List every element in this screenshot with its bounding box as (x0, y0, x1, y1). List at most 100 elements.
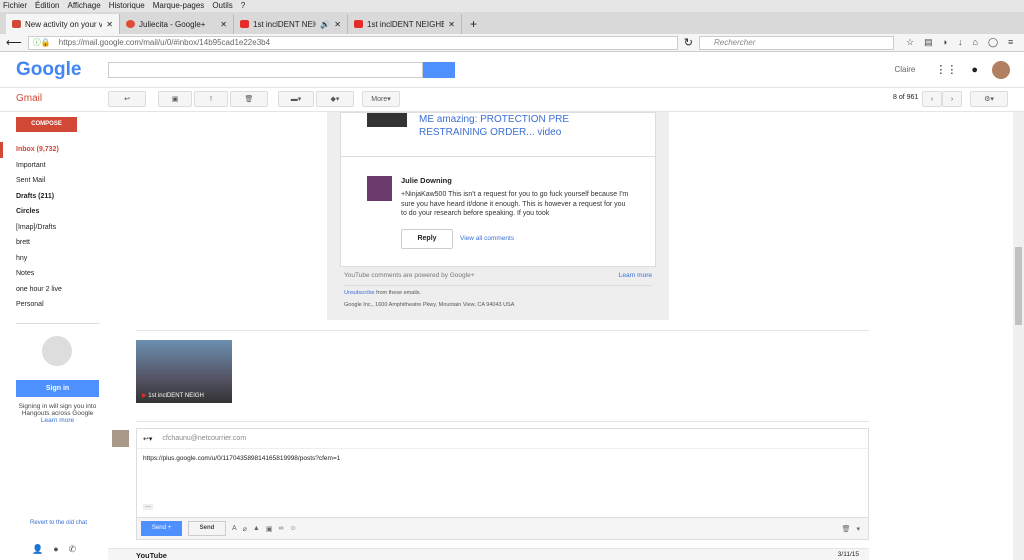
nav-sent[interactable]: Sent Mail (0, 173, 108, 189)
nav-drafts[interactable]: Drafts (211) (0, 189, 108, 205)
phone-icon[interactable]: ✆ (69, 544, 77, 555)
video-attachment-thumbnail[interactable]: ▶ 1st inclDENT NEIGH (136, 340, 232, 403)
tab-title: 1st inclDENT NEIGHB... (253, 19, 316, 29)
attach-icon[interactable]: ⌀ (243, 525, 247, 533)
star-icon[interactable]: ☆ (906, 37, 914, 48)
send-plus-button[interactable]: Send + (141, 521, 182, 536)
emoji-icon[interactable]: ☺ (289, 525, 296, 532)
drive-icon[interactable]: ▲ (253, 525, 260, 532)
link-icon[interactable]: ∞ (278, 525, 283, 532)
older-button[interactable]: › (942, 91, 962, 107)
hangouts-icon (42, 335, 72, 366)
back-icon[interactable]: ⟵ (6, 36, 22, 49)
tab-youtube-1[interactable]: 1st inclDENT NEIGHB... 🔊 ✕ (234, 14, 348, 34)
show-trimmed-button[interactable]: ··· (143, 504, 153, 510)
home-icon[interactable]: ⌂ (973, 37, 978, 48)
compose-button[interactable]: COMPOSE (16, 117, 77, 132)
browser-search-input[interactable]: Rechercher (699, 35, 894, 50)
menu-help[interactable]: ? (241, 0, 245, 12)
view-all-comments-link[interactable]: View all comments (460, 235, 514, 242)
labels-button[interactable]: ◆▾ (316, 91, 354, 107)
nav-important[interactable]: Important (0, 158, 108, 174)
tab-title: New activity on your vide... (25, 19, 103, 29)
video-thumbnail[interactable] (367, 113, 407, 127)
reply-type-icon[interactable]: ↩▾ (143, 435, 152, 443)
hangouts-sign-in-button[interactable]: Sign in (16, 379, 99, 397)
new-tab-button[interactable]: + (462, 14, 485, 34)
comment-text: +NinjaKaw500 This isn't a request for yo… (401, 191, 629, 217)
commenter-name: Julie Downing (401, 176, 452, 185)
reload-icon[interactable]: ↻ (684, 36, 693, 49)
next-sender: YouTube (136, 551, 167, 560)
nav-brett[interactable]: brett (0, 235, 108, 251)
nav-personal[interactable]: Personal (0, 297, 108, 313)
reply-box: ↩▾ cfchaunu@netcourrier.com https://plus.… (136, 428, 869, 540)
more-button[interactable]: More ▾ (362, 91, 400, 107)
nav-one-hour[interactable]: one hour 2 live (0, 282, 108, 298)
tab-google-plus[interactable]: Juliecita - Google+ ✕ (120, 14, 234, 34)
archive-button[interactable]: ▣ (158, 91, 192, 107)
apps-icon[interactable]: ⋮⋮ (935, 63, 957, 76)
more-options-icon[interactable]: ▾ (856, 525, 860, 533)
chat-icon[interactable]: ◯ (988, 37, 998, 48)
tab-youtube-2[interactable]: 1st inclDENT NEIGHBOR o...✕ (348, 14, 462, 34)
reply-comment-button[interactable]: Reply (401, 229, 453, 249)
hangouts-learn-more[interactable]: Learn more (41, 417, 74, 424)
menu-affichage[interactable]: Affichage (67, 0, 100, 12)
notifications-icon[interactable]: ● (971, 64, 978, 76)
close-icon[interactable]: ✕ (106, 20, 113, 29)
video-title-link[interactable]: ME amazing: PROTECTION PRE RESTRAINING O… (419, 113, 599, 139)
nav-notes[interactable]: Notes (0, 266, 108, 282)
avatar[interactable] (992, 60, 1010, 79)
close-icon[interactable]: ✕ (334, 20, 341, 29)
learn-more-link[interactable]: Learn more (619, 272, 652, 279)
pocket-icon[interactable]: ◗ (943, 37, 948, 48)
reading-list-icon[interactable]: ▤ (924, 37, 933, 48)
menu-fichier[interactable]: Fichier (3, 0, 27, 12)
scrollbar-thumb[interactable] (1015, 247, 1022, 325)
send-button[interactable]: Send (188, 521, 226, 536)
speaker-icon[interactable]: 🔊 (320, 20, 330, 29)
revert-chat-link[interactable]: Revert to the old chat (30, 520, 87, 526)
gmail-menu[interactable]: Gmail (16, 93, 42, 104)
nav-hny[interactable]: hny (0, 251, 108, 267)
recipient-field[interactable]: cfchaunu@netcourrier.com (162, 435, 246, 442)
sender-avatar (112, 430, 129, 447)
user-name[interactable]: Claire (894, 65, 915, 74)
close-icon[interactable]: ✕ (448, 20, 455, 29)
contacts-icon[interactable]: 👤 (32, 544, 43, 555)
reply-body-input[interactable]: https://plus.google.com/u/0/117043589814… (137, 449, 868, 468)
menu-marque-pages[interactable]: Marque-pages (153, 0, 205, 12)
newer-button[interactable]: ‹ (922, 91, 942, 107)
formatting-icon[interactable]: A (232, 525, 237, 532)
close-icon[interactable]: ✕ (220, 20, 227, 29)
tab-strip: New activity on your vide...✕ Juliecita … (0, 12, 1024, 34)
url-field[interactable]: ⓘ🔒 https://mail.google.com/mail/u/0/#inbo… (27, 35, 678, 50)
message-view: ME amazing: PROTECTION PRE RESTRAINING O… (108, 112, 1013, 560)
delete-button[interactable]: 🗑 (230, 91, 268, 107)
search-button[interactable] (423, 61, 455, 78)
hangouts-tab-icon[interactable]: ● (53, 544, 58, 555)
menu-historique[interactable]: Historique (109, 0, 145, 12)
google-logo[interactable]: Google (16, 59, 108, 81)
settings-button[interactable]: ⚙▾ (970, 91, 1008, 107)
unsubscribe-link[interactable]: Unsubscribe (344, 290, 375, 296)
mail-toolbar: Gmail ↩ ▣ ! 🗑 ▬▾ ◆▾ More ▾ 8 of 961 ‹ › ⚙… (0, 88, 1024, 110)
menu-outils[interactable]: Outils (212, 0, 232, 12)
menu-icon[interactable]: ≡ (1008, 37, 1013, 48)
scrollbar[interactable] (1013, 112, 1024, 560)
menu-edition[interactable]: Édition (35, 0, 59, 12)
mail-search-input[interactable] (108, 61, 423, 78)
discard-icon[interactable]: 🗑 (842, 525, 851, 533)
back-button[interactable]: ↩ (108, 91, 146, 107)
next-message-row[interactable]: YouTube 3/11/15 (108, 548, 869, 560)
spam-button[interactable]: ! (194, 91, 228, 107)
nav-inbox[interactable]: Inbox (9,732) (0, 142, 108, 158)
photo-icon[interactable]: ▣ (266, 525, 273, 533)
nav-imap-drafts[interactable]: [Imap]/Drafts (0, 220, 108, 236)
tab-gmail[interactable]: New activity on your vide...✕ (6, 14, 120, 34)
move-to-button[interactable]: ▬▾ (278, 91, 314, 107)
attachment-label: ▶ 1st inclDENT NEIGH (142, 393, 204, 399)
download-icon[interactable]: ↓ (958, 37, 963, 48)
nav-circles[interactable]: Circles (0, 204, 108, 220)
